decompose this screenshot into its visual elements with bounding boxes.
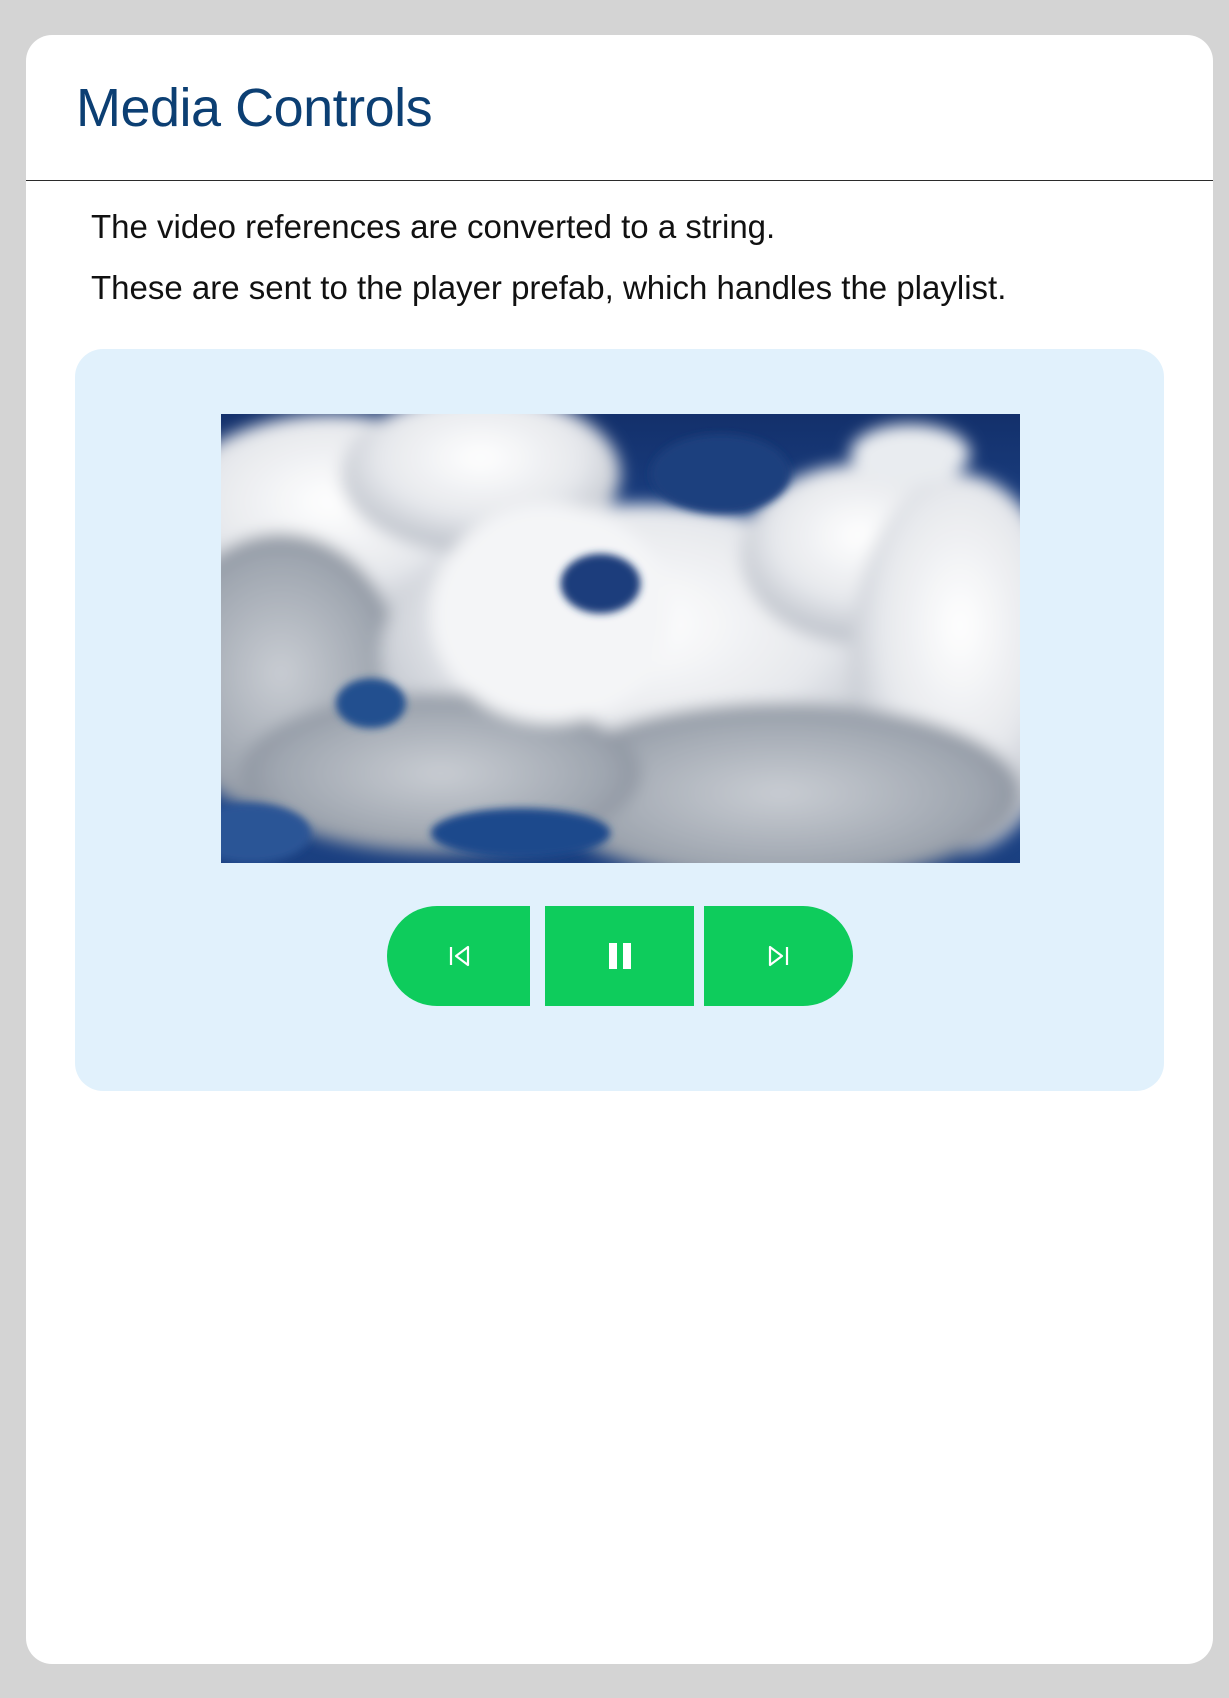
card-header: Media Controls <box>26 35 1213 181</box>
video-frame-cloudy-sky <box>221 414 1020 863</box>
next-button[interactable] <box>704 906 853 1006</box>
skip-next-icon <box>765 944 793 968</box>
video-player[interactable] <box>221 414 1020 863</box>
description-line-1: The video references are converted to a … <box>91 208 776 245</box>
player-panel <box>75 349 1164 1091</box>
media-controls-card: Media Controls The video references are … <box>26 35 1213 1664</box>
page-title: Media Controls <box>76 78 433 138</box>
description-line-2: These are sent to the player prefab, whi… <box>91 269 1007 306</box>
previous-button[interactable] <box>387 906 530 1006</box>
skip-previous-icon <box>445 944 473 968</box>
pause-icon <box>606 941 634 971</box>
pause-button[interactable] <box>545 906 694 1006</box>
media-controls <box>387 906 853 1006</box>
